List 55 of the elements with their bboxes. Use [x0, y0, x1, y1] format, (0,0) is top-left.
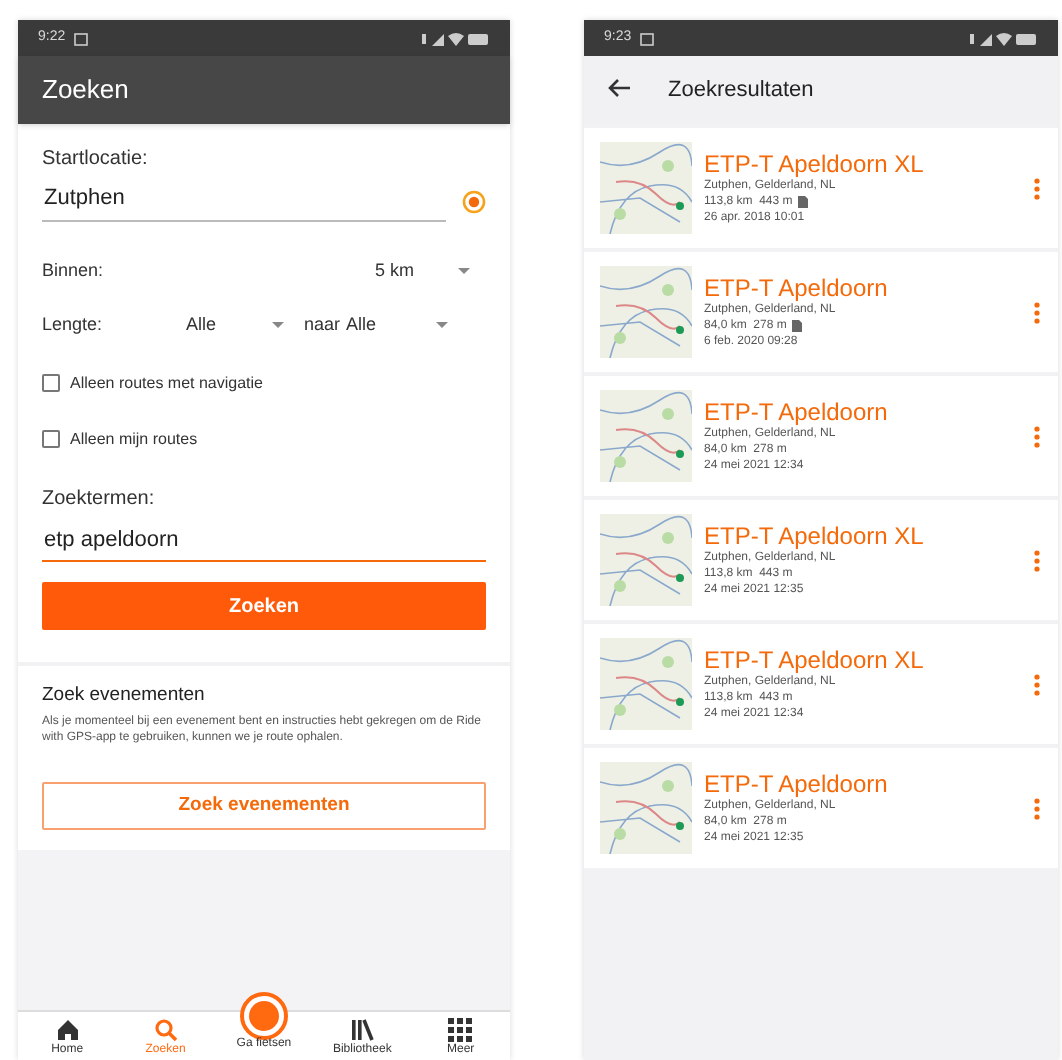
map-thumbnail — [600, 266, 692, 358]
more-vertical-icon — [1033, 549, 1039, 571]
back-button[interactable] — [608, 78, 632, 102]
checkbox-label: Alleen mijn routes — [70, 427, 198, 451]
more-options-button[interactable] — [1030, 298, 1042, 326]
caret-icon — [436, 322, 449, 329]
more-options-button[interactable] — [1030, 794, 1042, 822]
field-label: Binnen: — [42, 257, 106, 283]
caret-icon — [458, 267, 470, 274]
more-options-button[interactable] — [1030, 422, 1042, 450]
location-target-icon — [462, 189, 486, 214]
more-options-button[interactable] — [1030, 174, 1042, 202]
home-icon — [55, 1018, 80, 1042]
grid-icon — [448, 1018, 473, 1042]
calendar-icon — [639, 31, 654, 45]
checkbox[interactable] — [42, 430, 60, 448]
length-to-dropdown[interactable]: Alle — [346, 312, 465, 339]
map-thumbnail — [600, 142, 692, 234]
route-title: ETP-T Apeldoorn — [704, 398, 890, 426]
distance-dropdown[interactable]: 5 km — [374, 257, 486, 284]
checkbox-label: Alleen routes met navigatie — [70, 371, 263, 395]
map-thumbnail — [600, 514, 692, 606]
length-from-dropdown[interactable]: Alle — [186, 312, 285, 339]
map-thumbnail — [600, 762, 692, 854]
field-label: Startlocatie: — [42, 146, 150, 174]
field-label: Zoektermen: — [42, 485, 157, 513]
status-icons-drawing — [970, 31, 1038, 45]
checkbox[interactable] — [42, 374, 60, 392]
search-terms-field[interactable]: etp apeldoorn — [42, 523, 486, 562]
calendar-icon — [73, 31, 88, 45]
more-options-button[interactable] — [1030, 546, 1042, 574]
status-icons-drawing — [422, 31, 490, 45]
screen-title: Zoeken — [42, 72, 129, 109]
map-thumbnail — [600, 390, 692, 482]
route-title: ETP-T Apeldoorn — [704, 770, 890, 798]
back-arrow-icon — [608, 78, 632, 98]
more-vertical-icon — [1033, 301, 1039, 323]
screen-title: Zoekresultaten — [668, 75, 814, 106]
more-vertical-icon — [1033, 177, 1039, 199]
location-field[interactable]: Zutphen — [42, 182, 446, 221]
more-vertical-icon — [1033, 797, 1039, 819]
more-options-button[interactable] — [1030, 670, 1042, 698]
field-label: naar — [304, 312, 341, 338]
route-title: ETP-T Apeldoorn — [704, 274, 890, 302]
more-vertical-icon — [1033, 673, 1039, 695]
search-icon — [153, 1018, 178, 1042]
route-title: ETP-T Apeldoorn XL — [704, 646, 926, 674]
field-label: Lengte: — [42, 312, 105, 338]
route-title: ETP-T Apeldoorn XL — [704, 150, 926, 178]
caret-icon — [272, 322, 285, 329]
library-icon — [350, 1018, 375, 1042]
route-title: ETP-T Apeldoorn XL — [704, 522, 926, 550]
section-title: Zoek evenementen — [42, 682, 207, 710]
more-vertical-icon — [1033, 425, 1039, 447]
map-thumbnail — [600, 638, 692, 730]
